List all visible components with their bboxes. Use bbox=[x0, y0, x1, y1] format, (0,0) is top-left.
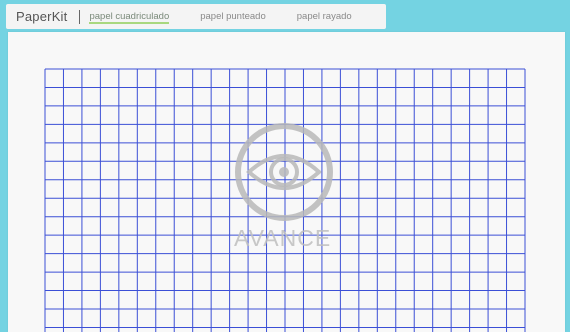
grid-paper bbox=[44, 68, 526, 332]
header-divider bbox=[79, 9, 81, 24]
top-bar: PaperKit papel cuadriculado papel puntea… bbox=[6, 4, 386, 29]
tab-papel-punteado[interactable]: papel punteado bbox=[200, 9, 266, 24]
tab-papel-rayado[interactable]: papel rayado bbox=[297, 9, 352, 24]
brand-logo[interactable]: PaperKit bbox=[16, 9, 67, 24]
tab-papel-cuadriculado[interactable]: papel cuadriculado bbox=[89, 9, 170, 24]
paper-preview: AVANCE bbox=[8, 32, 565, 332]
